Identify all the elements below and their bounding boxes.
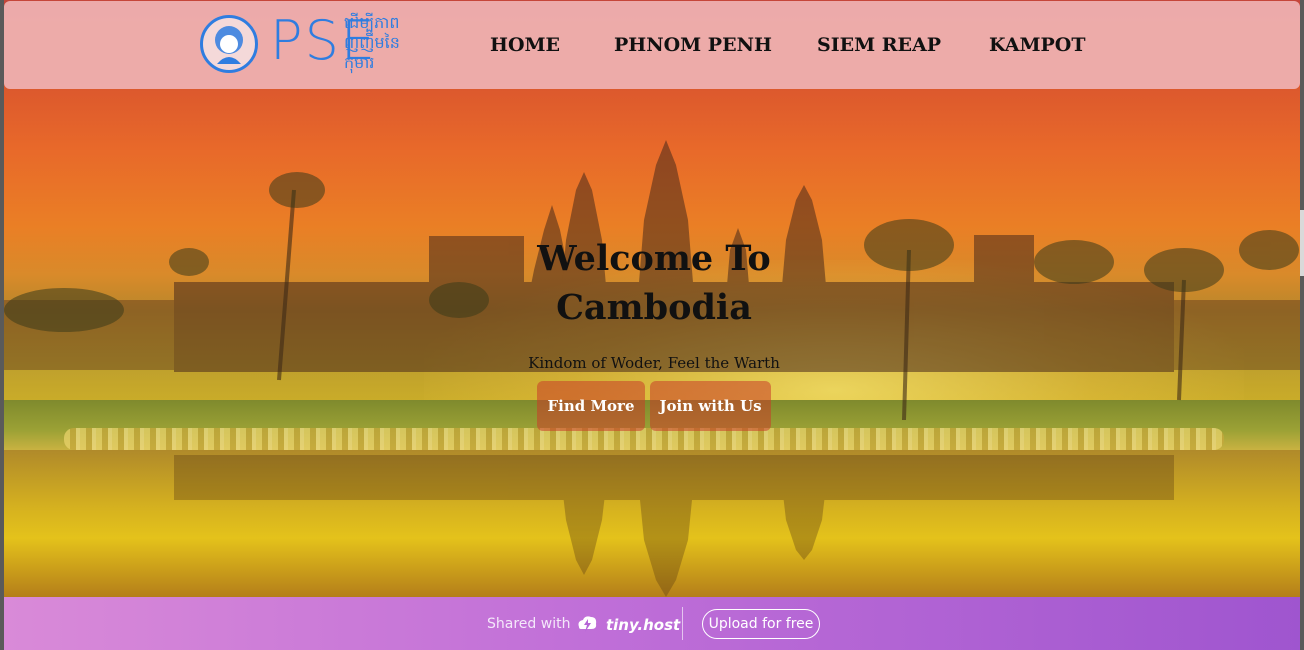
top-navbar: PSE ដើម្បីភាពញញឹមនៃកុមារ HOME PHNOM PENH…	[4, 1, 1300, 89]
join-with-us-button[interactable]: Join with Us	[650, 381, 771, 431]
tiny-host-footer-banner: Shared with tiny.host Upload for free	[4, 597, 1300, 650]
nav-phnom-penh[interactable]: PHNOM PENH	[614, 34, 772, 56]
scrollbar-thumb[interactable]	[1300, 210, 1304, 276]
find-more-button[interactable]: Find More	[537, 381, 645, 431]
logo-khmer-subtext: ដើម្បីភាពញញឹមនៃកុមារ	[344, 13, 400, 72]
logo-portrait-icon	[200, 15, 258, 73]
shared-with-label: Shared with	[487, 616, 571, 632]
pse-logo[interactable]: PSE ដើម្បីភាពញញឹមនៃកុមារ	[200, 9, 410, 77]
hero-subtitle: Kindom of Woder, Feel the Warth	[528, 354, 780, 372]
hero-title-line-2: Cambodia	[556, 287, 752, 328]
tiny-host-brand[interactable]: tiny.host	[606, 616, 680, 634]
hero-content: Welcome To Cambodia Kindom of Woder, Fee…	[504, 234, 804, 372]
nav-home[interactable]: HOME	[490, 34, 560, 56]
hero-title-line-1: Welcome To	[537, 238, 771, 279]
hero-buttons: Find More Join with Us	[537, 381, 777, 431]
footer-divider	[682, 607, 683, 640]
hero-title: Welcome To Cambodia	[504, 234, 804, 332]
upload-for-free-button[interactable]: Upload for free	[702, 609, 820, 639]
nav-siem-reap[interactable]: SIEM REAP	[817, 34, 941, 56]
tiny-host-bolt-icon	[575, 613, 599, 635]
nav-kampot[interactable]: KAMPOT	[989, 34, 1086, 56]
